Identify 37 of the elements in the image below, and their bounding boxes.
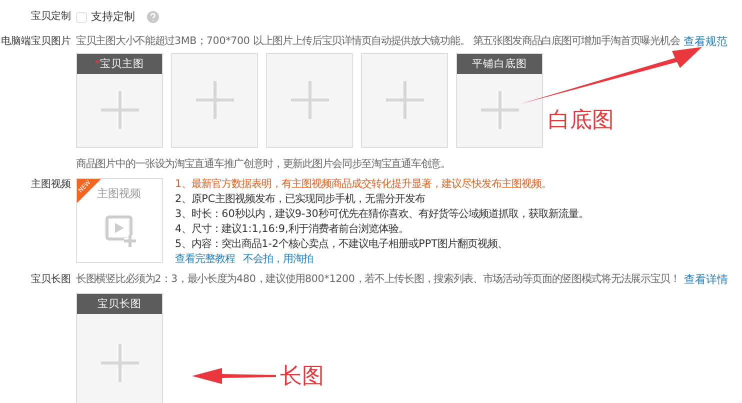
slot-header: *宝贝主图	[77, 54, 162, 74]
image-upload-slot[interactable]: 宝贝长图	[76, 293, 163, 403]
link[interactable]: 查看规范	[684, 34, 728, 50]
field-label: 宝贝定制	[30, 10, 72, 24]
help-icon[interactable]	[147, 11, 159, 24]
plus-icon	[100, 91, 138, 130]
link[interactable]: 查看详情	[684, 272, 728, 288]
plus-icon	[100, 344, 138, 382]
info-line: 2、原PC主图视频发布，已实现同步手机，无需分开发布	[175, 192, 426, 207]
info-line: 4、尺寸：建议1:1,16:9,利于消费者前台浏览体验。	[175, 222, 410, 237]
annotation-text: 长图	[280, 366, 324, 388]
plus-icon	[386, 81, 424, 120]
note-text: 商品图片中的一张设为淘宝直通车推广创意时，更新此图片会同步至淘宝直通车创意。	[76, 158, 452, 172]
plus-icon	[290, 81, 328, 120]
field-label: 宝贝长图	[30, 272, 72, 286]
field-label: 电脑端宝贝图片	[0, 34, 72, 48]
slot-header: 宝贝长图	[77, 294, 162, 314]
link[interactable]: 查看完整教程	[175, 252, 235, 267]
image-upload-slot[interactable]	[266, 52, 353, 148]
checkbox-label[interactable]: 支持定制	[91, 10, 135, 25]
info-line: 5、内容：突出商品1-2个核心卖点，不建议电子相册或PPT图片翻页视频、	[175, 236, 508, 252]
slot-header: 平铺白底图	[457, 54, 542, 74]
hint-text: 长图横竖比必须为2：3，最小长度为480，建议使用800*1200，若不上传长图，搜索列表、市场活动等页面的竖图模式将无法展示宝贝！	[76, 273, 680, 287]
image-upload-slot[interactable]: *宝贝主图	[76, 52, 163, 148]
info-line: 3、时长：60秒以内，建议9-30秒可优先在猜你喜欢、有好货等公域频道抓取，获取新流量。	[175, 206, 588, 222]
link[interactable]: 不会拍，用淘拍	[243, 252, 313, 267]
info-line: 1、最新官方数据表明，有主图视频商品成交转化提升显著，建议尽快发布主图视频。	[175, 176, 553, 192]
annotation-text: 白底图	[548, 110, 614, 132]
image-upload-slot[interactable]	[361, 52, 448, 148]
plus-icon	[480, 91, 518, 130]
hint-text: 宝贝主图大小不能超过3MB；700*700 以上图片上传后宝贝详情页自动提供放大镜功能。 第五张图发商品白底图可增加手淘首页曝光机会	[76, 35, 680, 50]
field-label: 主图视频	[30, 178, 72, 192]
plus-icon	[196, 81, 234, 120]
image-upload-slot[interactable]	[171, 52, 258, 148]
video-add-icon	[105, 214, 137, 248]
image-upload-slot[interactable]: 平铺白底图	[456, 52, 543, 148]
checkbox[interactable]	[76, 12, 87, 23]
